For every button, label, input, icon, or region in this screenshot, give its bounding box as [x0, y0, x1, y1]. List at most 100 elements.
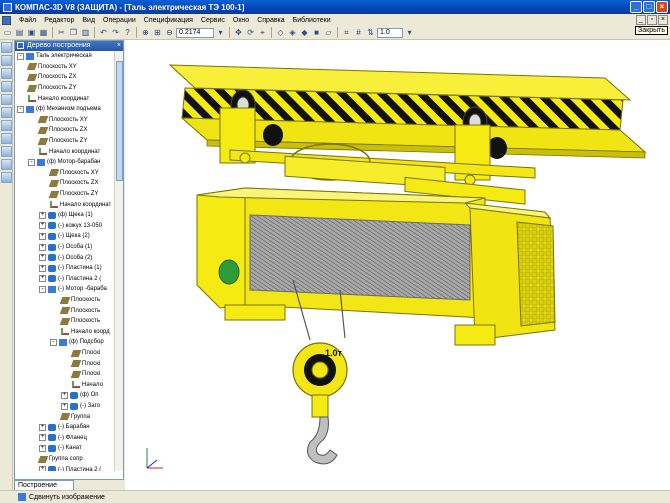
close-icon[interactable]: × — [656, 1, 668, 13]
tree-item[interactable]: + (-) Канат — [39, 443, 82, 454]
snap-icon[interactable]: ⌗ — [341, 27, 352, 38]
model-viewport[interactable]: 1.0т — [125, 40, 670, 490]
tree-item[interactable]: + (ф) Щека (1) — [39, 210, 93, 221]
grid-icon[interactable]: # — [353, 27, 364, 38]
tree-item[interactable]: Плоскость XY — [37, 115, 88, 126]
expand-icon[interactable]: + — [39, 275, 46, 283]
tree-item[interactable]: - (ф) Мотор-барабан — [28, 157, 100, 168]
open-file-icon[interactable]: ▤ — [14, 27, 25, 38]
tree-item[interactable]: + (-) Пластина (1) — [39, 263, 102, 274]
menu-specification[interactable]: Спецификация — [140, 17, 197, 24]
zoom-window-icon[interactable]: ⊞ — [152, 27, 163, 38]
menu-file[interactable]: Файл — [15, 17, 40, 24]
expand-icon[interactable]: + — [39, 434, 46, 442]
tree-item[interactable]: + (-) Заго — [61, 401, 100, 412]
tree-item[interactable]: Плоскость ZX — [37, 125, 87, 136]
shaded-edges-icon[interactable]: ■ — [311, 27, 322, 38]
tree-item[interactable]: Группа сопр — [37, 454, 83, 465]
tree-item[interactable]: Начало коорд — [61, 327, 110, 338]
expand-icon[interactable]: + — [39, 222, 46, 230]
tree-item[interactable]: Плоскость ZY — [48, 189, 98, 200]
tree-item[interactable]: Плоскость XY — [48, 168, 99, 179]
expand-icon[interactable]: + — [39, 232, 46, 240]
orient-icon[interactable]: ⌖ — [257, 27, 268, 38]
tree-item[interactable]: + (-) Ocoба (2) — [39, 252, 92, 263]
tree-item[interactable]: - (ф) Подсбор — [50, 337, 104, 348]
tree-item[interactable]: Плоскость — [59, 305, 100, 316]
pan-icon[interactable]: ✥ — [233, 27, 244, 38]
tree-item[interactable]: Плоскость XY — [26, 62, 77, 73]
menu-editor[interactable]: Редактор — [40, 17, 78, 24]
redo-icon[interactable]: ↷ — [110, 27, 121, 38]
print-icon[interactable]: ▦ — [38, 27, 49, 38]
report-icon[interactable] — [1, 172, 12, 183]
collapse-icon[interactable]: - — [50, 338, 57, 346]
save-icon[interactable]: ▣ — [26, 27, 37, 38]
tree-item[interactable]: Плоскі — [70, 358, 100, 369]
menu-service[interactable]: Сервис — [197, 17, 229, 24]
expand-icon[interactable]: + — [61, 391, 68, 399]
geometry-icon[interactable] — [1, 55, 12, 66]
tree-item[interactable]: Плоскі — [70, 369, 100, 380]
perspective-icon[interactable]: ▱ — [323, 27, 334, 38]
collapse-icon[interactable]: - — [17, 52, 24, 60]
tree-item[interactable]: Плоскость ZY — [26, 83, 76, 94]
tree-item[interactable]: + (-) Пластина 2 ( — [39, 274, 101, 285]
expand-icon[interactable]: + — [39, 243, 46, 251]
tree-item[interactable]: + (-) Фланец — [39, 433, 87, 444]
minimize-icon[interactable]: _ — [630, 1, 642, 13]
cut-icon[interactable]: ✂ — [56, 27, 67, 38]
zoom-dropdown-icon[interactable]: ▾ — [215, 27, 226, 38]
filter-icon[interactable] — [1, 146, 12, 157]
menu-window[interactable]: Окно — [229, 17, 253, 24]
wireframe-icon[interactable]: ◇ — [275, 27, 286, 38]
tree-item[interactable]: + (-) Барабан — [39, 422, 90, 433]
step-field[interactable]: 1.0 — [377, 27, 403, 38]
doc-close-icon[interactable]: × — [658, 15, 668, 25]
menu-help[interactable]: Справка — [253, 17, 288, 24]
tree-item[interactable]: + (ф) Оп — [61, 390, 99, 401]
expand-icon[interactable]: + — [39, 466, 46, 471]
tree-item[interactable]: - (-) Мотор -бараба — [39, 284, 107, 295]
tree-item[interactable]: Плоскость — [59, 295, 100, 306]
edit-icon[interactable] — [1, 68, 12, 79]
tree-item[interactable]: Начало координат — [28, 93, 89, 104]
expand-icon[interactable]: + — [39, 423, 46, 431]
tree-item[interactable]: Плоскость ZX — [48, 178, 98, 189]
select-icon[interactable] — [1, 42, 12, 53]
tree-item[interactable]: Группа — [59, 411, 90, 422]
tree-item[interactable]: - (ф) Механизм подъема — [17, 104, 101, 115]
menu-operations[interactable]: Операции — [99, 17, 140, 24]
tree-item[interactable]: + (-) Пластина 2 ( — [39, 464, 101, 471]
specification-icon[interactable] — [1, 159, 12, 170]
pin-icon[interactable] — [17, 42, 24, 49]
tree-item[interactable]: + (-) кожух 13-050 — [39, 221, 102, 232]
assembly-icon[interactable] — [1, 81, 12, 92]
hidden-lines-icon[interactable]: ◈ — [287, 27, 298, 38]
paste-icon[interactable]: ▥ — [80, 27, 91, 38]
expand-icon[interactable]: + — [39, 444, 46, 452]
tree-item[interactable]: Плоскость — [59, 316, 100, 327]
new-file-icon[interactable]: ▭ — [2, 27, 13, 38]
zoom-out-icon[interactable]: ⊖ — [164, 27, 175, 38]
help-pointer-icon[interactable]: ? — [122, 27, 133, 38]
expand-icon[interactable]: + — [39, 264, 46, 272]
copy-icon[interactable]: ❐ — [68, 27, 79, 38]
zoom-in-icon[interactable]: ⊕ — [140, 27, 151, 38]
tree-item[interactable]: Начало координат — [39, 146, 100, 157]
tree-scrollbar[interactable] — [114, 51, 123, 471]
tree-item[interactable]: Плоскі — [70, 348, 100, 359]
scrollbar-thumb[interactable] — [116, 61, 123, 181]
collapse-icon[interactable]: - — [17, 105, 24, 113]
collapse-icon[interactable]: - — [28, 158, 35, 166]
expand-icon[interactable]: + — [39, 211, 46, 219]
step-dropdown-icon[interactable]: ▾ — [404, 27, 415, 38]
doc-restore-icon[interactable]: ▫ — [647, 15, 657, 25]
surface-icon[interactable] — [1, 94, 12, 105]
tree-item[interactable]: - Таль электрическая — [17, 51, 92, 62]
tree-item[interactable]: + (-) Щека (2) — [39, 231, 90, 242]
array-icon[interactable] — [1, 107, 12, 118]
auxiliary-geometry-icon[interactable] — [1, 120, 12, 131]
step-icon[interactable]: ⇅ — [365, 27, 376, 38]
tree-item[interactable]: Плоскость ZX — [26, 72, 76, 83]
